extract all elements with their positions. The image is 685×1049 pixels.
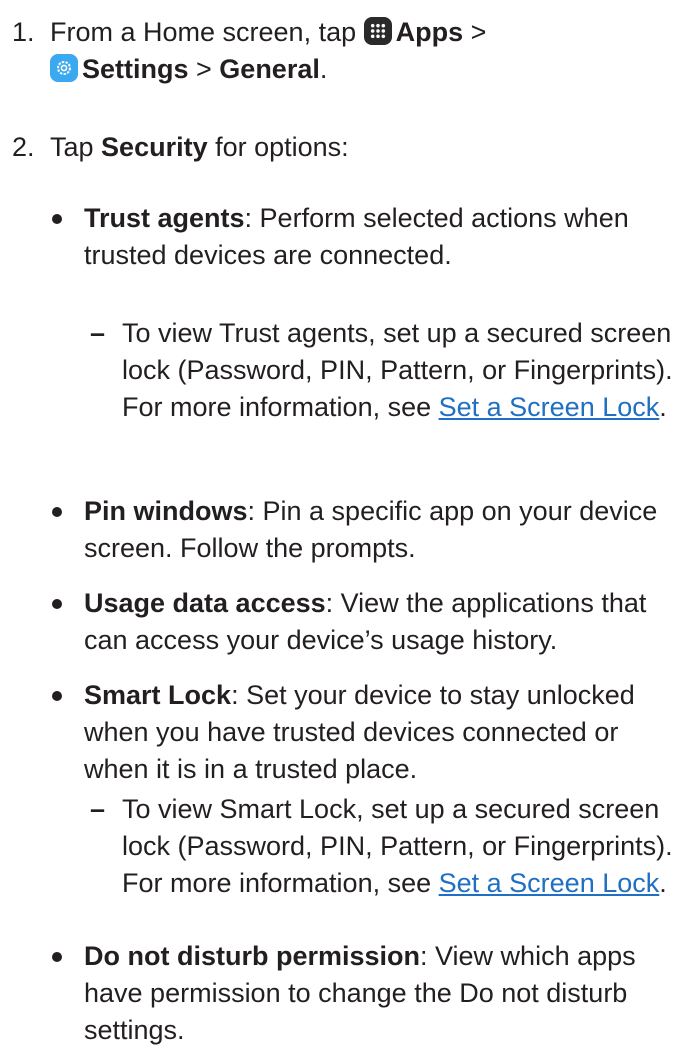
separator: > <box>463 17 487 47</box>
bullet-dot <box>52 691 62 701</box>
sub-item-text: To view Smart Lock, set up a secured scr… <box>122 791 682 902</box>
list-item-term: Do not disturb permission <box>84 941 421 971</box>
apps-label: Apps <box>395 17 464 47</box>
list-item-term: Pin windows <box>84 496 248 526</box>
settings-gear-icon <box>50 54 78 82</box>
bullet-dot <box>52 952 62 962</box>
general-label: General <box>219 54 320 84</box>
step-text-prefix: From a Home screen, tap <box>50 17 364 47</box>
step-number: 2. <box>12 132 35 162</box>
bullet-dot <box>52 599 62 609</box>
step-text-prefix: Tap <box>50 132 102 162</box>
bullet-dot <box>52 507 62 517</box>
list-item-term: Trust agents <box>84 203 245 233</box>
list-item-term: Usage data access <box>84 588 326 618</box>
separator: > <box>188 54 220 84</box>
apps-grid-icon <box>363 17 392 45</box>
step-text-suffix: . <box>319 54 328 84</box>
list-item-text: Usage data access: View the applications… <box>84 585 684 659</box>
list-item-text: Trust agents: Perform selected actions w… <box>84 200 684 274</box>
list-item-text: Do not disturb permission: View which ap… <box>84 938 684 1049</box>
list-item-term: Smart Lock <box>84 680 232 710</box>
bullet-dot <box>52 214 62 224</box>
security-label: Security <box>101 132 208 162</box>
step-text-suffix: for options: <box>207 132 349 162</box>
sub-item-end: . <box>659 392 667 422</box>
step-text: Tap Security for options: <box>50 129 680 166</box>
list-item-text: Smart Lock: Set your device to stay unlo… <box>84 677 684 788</box>
set-screen-lock-link[interactable]: Set a Screen Lock <box>439 868 660 898</box>
list-item-text: Pin windows: Pin a specific app on your … <box>84 493 684 567</box>
sub-item-end: . <box>659 868 667 898</box>
step-number: 1. <box>12 17 35 47</box>
sub-dash: – <box>90 794 106 824</box>
settings-label: Settings <box>82 54 189 84</box>
sub-item-text: To view Trust agents, set up a secured s… <box>122 315 682 426</box>
set-screen-lock-link[interactable]: Set a Screen Lock <box>439 392 660 422</box>
sub-dash: – <box>90 318 106 348</box>
step-text: From a Home screen, tap Apps > Settings … <box>50 14 680 88</box>
